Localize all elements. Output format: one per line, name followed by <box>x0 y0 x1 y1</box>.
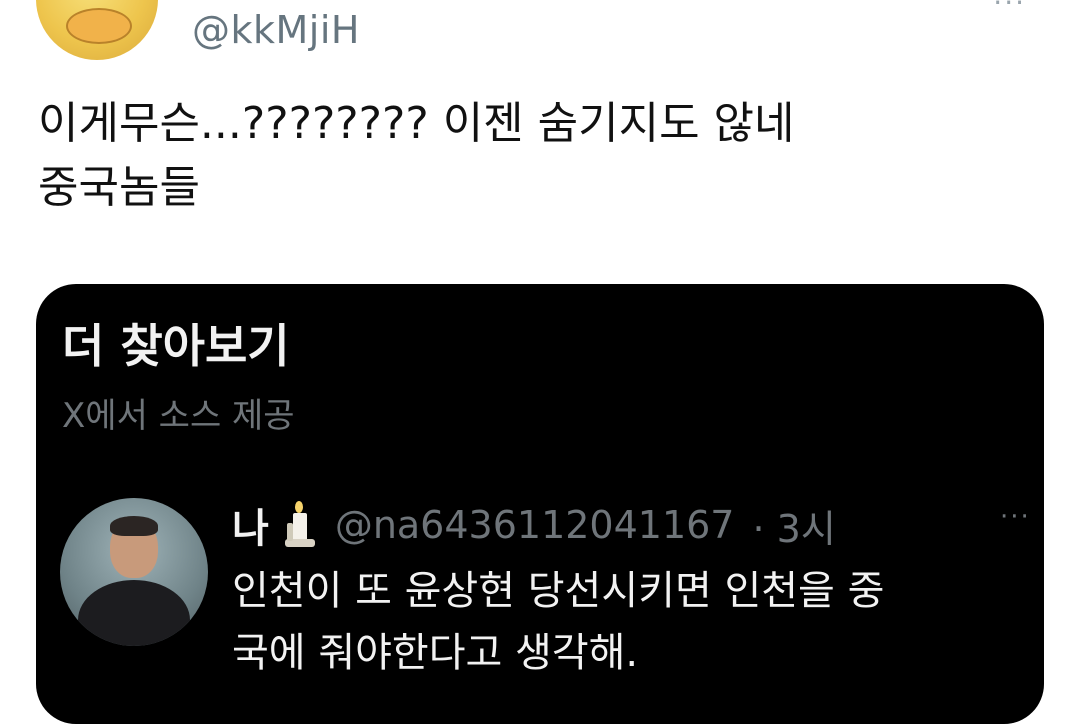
avatar-body <box>78 580 190 646</box>
more-icon[interactable]: ··· <box>1000 502 1031 532</box>
candle-icon <box>277 501 317 549</box>
avatar-duck-beak <box>66 8 132 44</box>
more-icon[interactable]: ··· <box>993 0 1026 19</box>
reply-avatar[interactable] <box>60 498 208 646</box>
reply-text: 인천이 또 윤상현 당선시키면 인천을 중 국에 줘야한다고 생각해. <box>232 568 885 676</box>
tweet-text: 이게무슨...???????? 이젠 숨기지도 않네 중국놈들 <box>38 98 795 213</box>
reply-handle[interactable]: @na6436112041167 <box>335 503 735 547</box>
reply-time: · 3시 <box>752 506 836 551</box>
reply-name[interactable]: 나 <box>232 496 269 554</box>
user-handle[interactable]: @kkMjiH <box>192 8 360 52</box>
profile-avatar[interactable] <box>36 0 158 60</box>
reply-header: 나 @na6436112041167 · 3시 <box>232 496 836 554</box>
card-title: 더 찾아보기 <box>62 319 290 373</box>
card-source: X에서 소스 제공 <box>62 396 295 436</box>
avatar-hair <box>110 516 158 536</box>
quoted-card[interactable]: 더 찾아보기 X에서 소스 제공 나 @na6436112041167 · 3시… <box>36 284 1044 724</box>
